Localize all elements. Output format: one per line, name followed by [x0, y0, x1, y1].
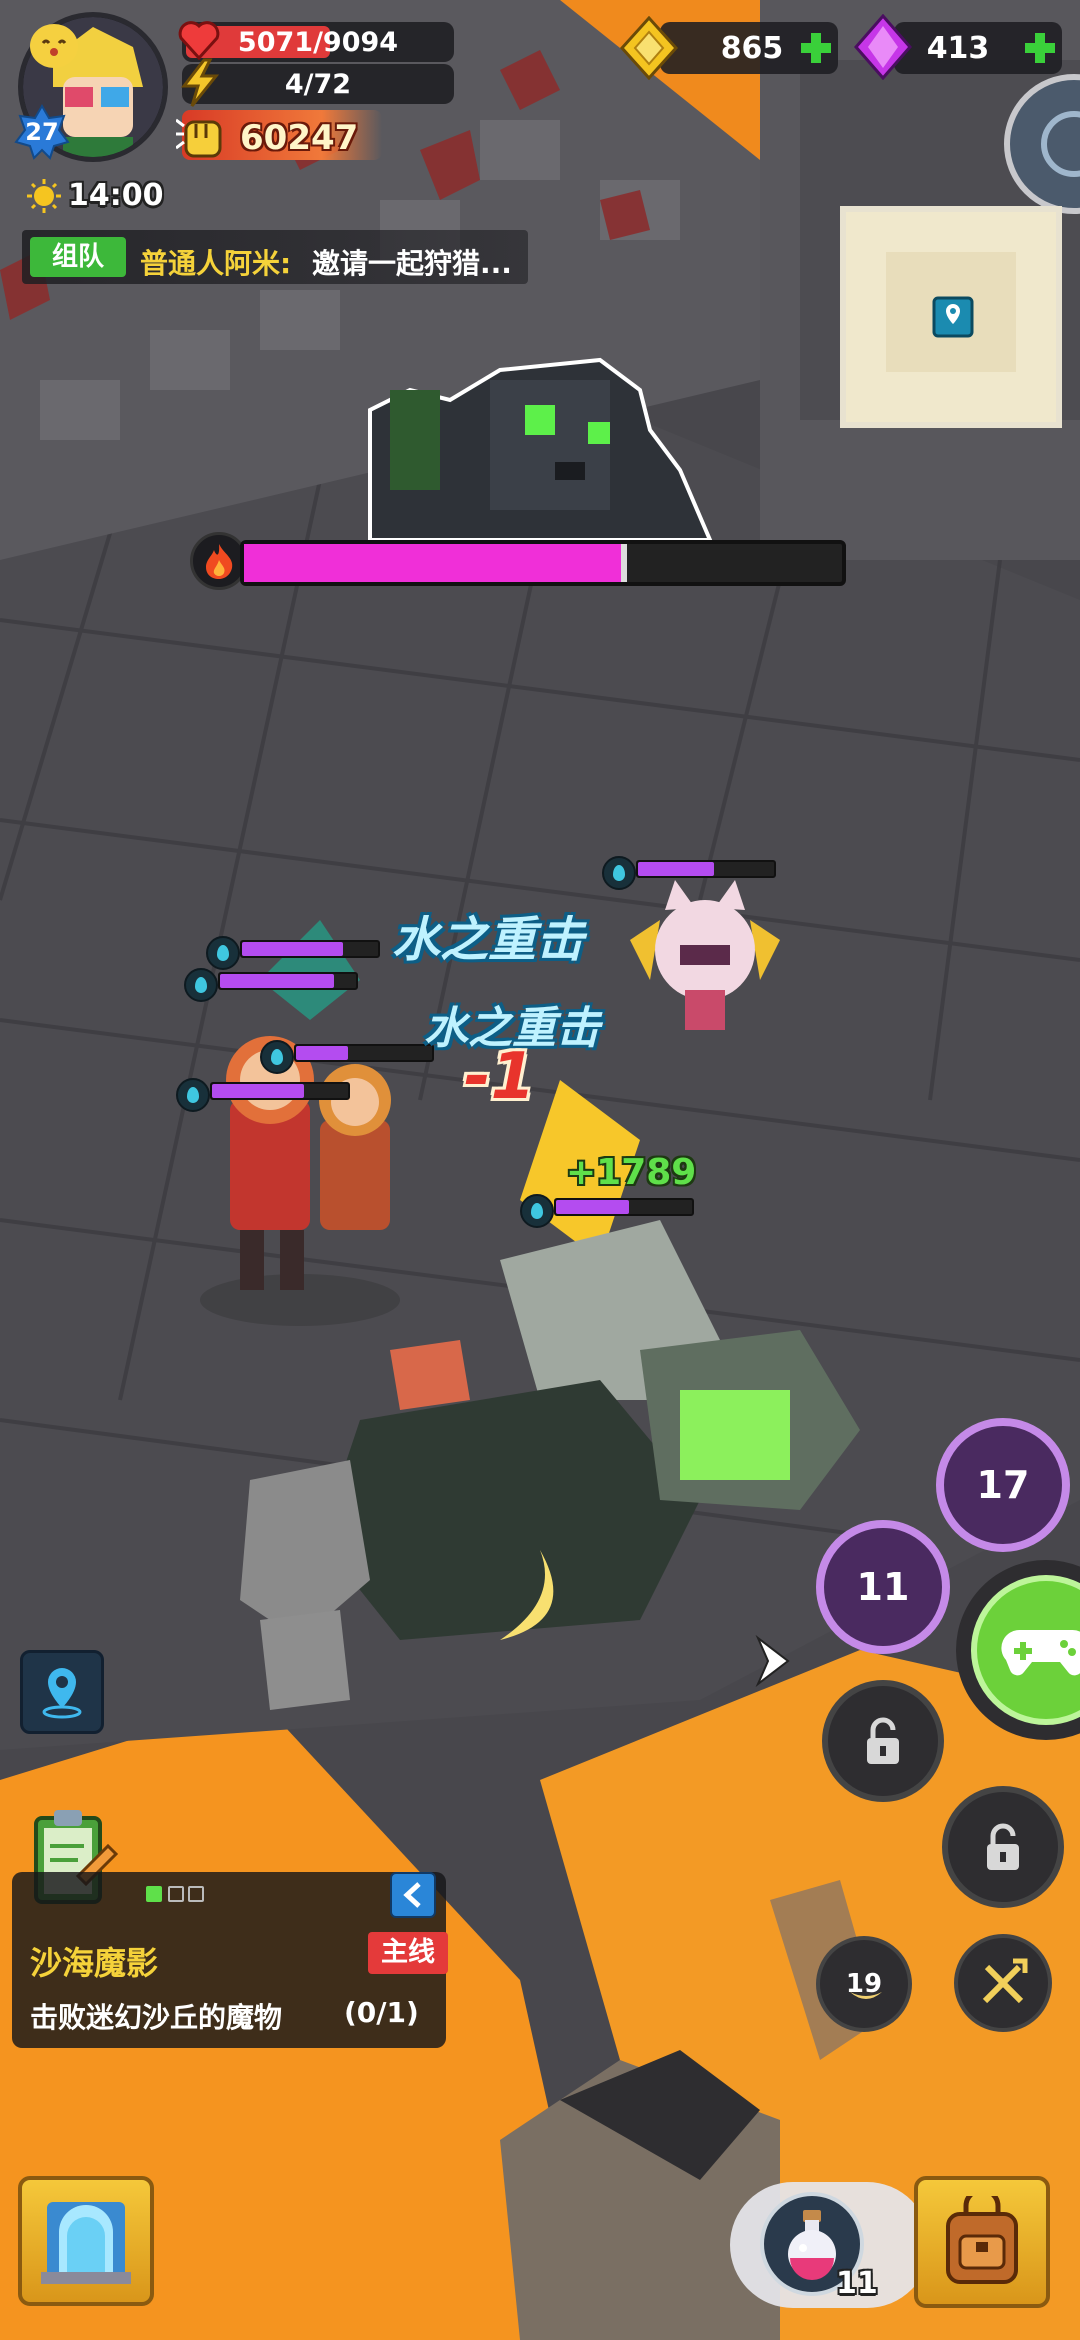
plus-icon — [1025, 33, 1055, 63]
ally-hp-bar — [294, 1044, 434, 1062]
hp-text: 5071/9094 — [237, 27, 399, 58]
ally-hp-bar — [240, 940, 380, 958]
crossed-swords-icon — [982, 1958, 1028, 2004]
backpack-icon — [946, 2196, 1018, 2284]
plus-icon — [801, 33, 831, 63]
location-pin-icon — [42, 1668, 82, 1719]
minimap[interactable] — [840, 206, 1062, 428]
add-gem-button[interactable] — [1020, 28, 1060, 68]
purple-gem-icon — [854, 14, 912, 80]
ally-hp-bar — [636, 860, 776, 878]
player-level: 27 — [25, 118, 59, 146]
locked-skill-slot[interactable] — [942, 1786, 1064, 1908]
quest-type-badge: 主线 — [368, 1932, 448, 1974]
boss-hp-fill — [244, 544, 627, 582]
ally-hp-bar — [210, 1082, 350, 1100]
ally-hp-bar — [554, 1198, 694, 1216]
compass-icon — [1041, 111, 1080, 177]
sun-icon — [27, 179, 61, 213]
collapse-quest-button[interactable] — [390, 1872, 436, 1918]
water-element-icon — [206, 936, 240, 970]
game-time: 14:00 — [68, 178, 164, 213]
page-dot-active — [146, 1886, 162, 1902]
boss-hp-bar — [240, 540, 846, 586]
skill-cooldown: 11 — [856, 1565, 910, 1609]
lock-icon — [987, 1823, 1019, 1870]
potion-count: 11 — [836, 2266, 878, 2301]
skill-button-d[interactable] — [954, 1934, 1052, 2032]
map-player-marker-icon — [932, 296, 974, 338]
ally-cat-hero[interactable] — [620, 880, 790, 1040]
gold-amount: 865 — [720, 31, 784, 66]
portal-gate-icon — [41, 2202, 131, 2284]
energy-bar: 4/72 — [182, 64, 454, 104]
chat-message[interactable]: 组队 普通人阿米: 邀请一起狩猎... — [22, 230, 528, 284]
quest-objective: 击败迷幻沙丘的魔物 — [30, 2001, 283, 2034]
chevron-right-icon — [755, 1634, 790, 1688]
locked-skill-slot[interactable] — [822, 1680, 944, 1802]
energy-text: 4/72 — [284, 69, 352, 100]
attack-button[interactable] — [971, 1575, 1080, 1725]
hp-bar: 5071/9094 — [182, 22, 454, 62]
chat-sender: 普通人阿米: — [140, 247, 292, 280]
water-element-icon — [176, 1078, 210, 1112]
gem-amount: 413 — [926, 31, 990, 66]
skill-cooldown: 17 — [976, 1463, 1030, 1507]
game-scene[interactable]: 水之重击 水之重击 -1 +1789 27 5071/9094 4/72 602… — [0, 0, 1080, 2340]
water-element-icon — [260, 1040, 294, 1074]
water-element-icon — [602, 856, 636, 890]
skill-button-b[interactable]: 11 — [816, 1520, 950, 1654]
water-element-icon — [520, 1194, 554, 1228]
skill-text: 水之重击 — [392, 912, 585, 968]
water-element-icon — [184, 968, 218, 1002]
emote-face-icon — [30, 24, 78, 68]
heart-icon — [178, 21, 220, 61]
lock-icon — [867, 1717, 899, 1764]
lightning-icon — [180, 58, 220, 107]
fire-icon — [206, 544, 233, 579]
chevron-left-icon — [403, 1882, 421, 1908]
quest-progress: (0/1) — [344, 1996, 419, 2029]
skill-button-c[interactable]: 19 — [816, 1936, 912, 2032]
level-badge: 27 — [14, 104, 70, 160]
portal-button[interactable] — [18, 2176, 154, 2306]
combat-power-value: 60247 — [240, 118, 359, 158]
fist-power-icon — [176, 118, 222, 158]
heal-number: +1789 — [566, 1152, 697, 1193]
quest-title: 沙海魔影 — [30, 1944, 159, 1982]
chat-channel-tag: 组队 — [30, 237, 126, 277]
backpack-button[interactable] — [914, 2176, 1050, 2308]
gamepad-icon — [1001, 1629, 1080, 1676]
boss-monster[interactable] — [350, 350, 730, 550]
page-dot — [168, 1886, 184, 1902]
ally-hp-bar — [218, 972, 358, 990]
chat-text: 邀请一起狩猎... — [312, 247, 512, 280]
skill-cooldown: 19 — [845, 1969, 883, 1999]
switch-target-button[interactable] — [748, 1634, 796, 1688]
damage-number: -1 — [464, 1040, 536, 1114]
add-gold-button[interactable] — [796, 28, 836, 68]
quest-panel[interactable]: 沙海魔影 主线 击败迷幻沙丘的魔物 (0/1) — [12, 1872, 448, 2048]
page-dot — [188, 1886, 204, 1902]
skill-button-a[interactable]: 17 — [936, 1418, 1070, 1552]
location-button[interactable] — [20, 1650, 104, 1734]
gold-coin-icon — [619, 16, 679, 80]
